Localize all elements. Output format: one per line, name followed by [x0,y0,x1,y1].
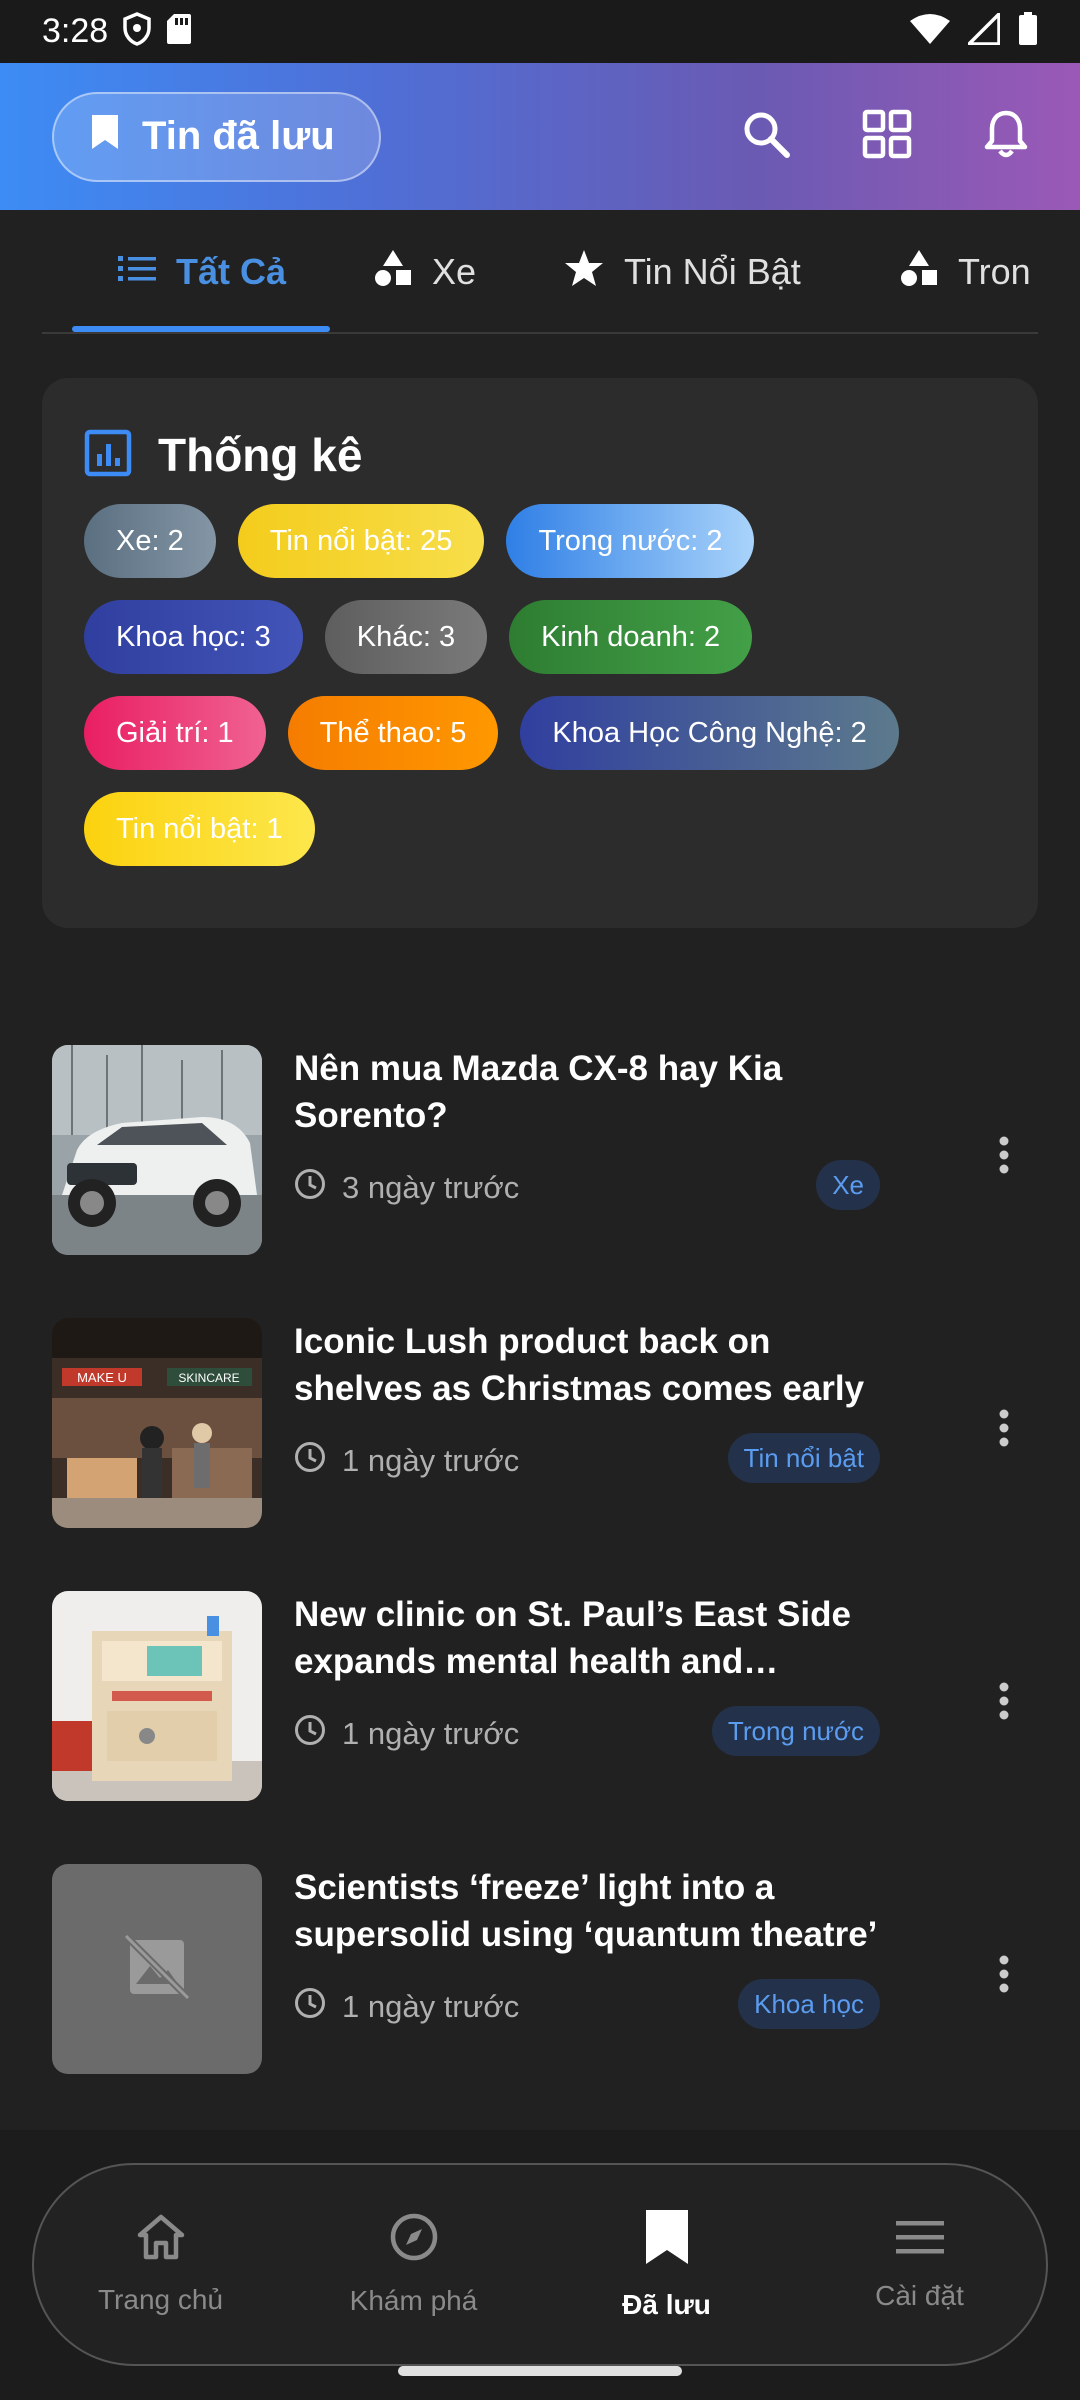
more-options-icon[interactable] [984,1944,1024,2004]
category-badge: Trong nước [711,1706,880,1756]
nav-label: Khám phá [349,2285,478,2316]
nav-label: Trang chủ [97,2284,224,2315]
store-sign: SKINCARE [178,1371,239,1385]
app-bar: Tin đã lưu [0,63,1080,210]
active-tab-indicator [72,326,330,332]
stat-chip: Khác: 3 [324,600,488,674]
compass-icon [389,2212,439,2267]
bottom-nav: Trang chủ Khám phá Đã lưu Cài đặt [32,2163,1048,2366]
news-item[interactable]: MAKE U SKINCARE Iconic Lush product back… [0,1303,1080,1528]
bookmark-icon [90,113,120,161]
news-title: Nên mua Mazda CX-8 hay Kia Sorento? [294,1049,783,1135]
wifi-icon [910,13,950,50]
stat-chip: Thể thao: 5 [287,696,499,770]
tab-label: Tất Cả [176,251,287,292]
broken-image-icon [122,1932,192,2007]
tab-featured[interactable]: Tin Nổi Bật [564,210,801,332]
status-time: 3:28 [42,12,109,50]
shield-icon [122,12,152,51]
stat-chip: Tin nổi bật: 25 [237,504,485,578]
news-thumbnail [52,1045,262,1255]
more-options-icon[interactable] [984,1671,1024,1731]
news-thumbnail [52,1591,262,1801]
stats-card: Thống kê Xe: 2 Tin nổi bật: 25 Trong nướ… [42,378,1038,928]
category-badge: Xe [816,1160,880,1210]
stat-chip: Trong nước: 2 [506,504,755,578]
app-bar-title: Tin đã lưu [142,114,335,158]
star-icon [564,249,604,296]
category-icon [374,249,412,296]
news-title: Iconic Lush product back on shelves as C… [294,1322,865,1408]
news-time: 1 ngày trước [342,1443,520,1478]
news-time: 1 ngày trước [342,1989,520,2024]
clock-icon [294,1987,326,2027]
stat-chip: Xe: 2 [84,504,216,578]
store-sign: MAKE U [77,1370,127,1385]
category-badge: Khoa học [738,1979,880,2029]
category-icon [900,249,938,296]
bookmark-icon [644,2208,690,2271]
search-icon[interactable] [742,110,790,163]
news-item[interactable]: Scientists ‘freeze’ light into a superso… [0,1849,1080,2074]
stats-title: Thống kê [158,429,363,481]
menu-icon [895,2217,945,2262]
nav-label: Đã lưu [622,2289,711,2320]
tab-label: Tron [958,251,1031,292]
stat-chip: Giải trí: 1 [84,696,266,770]
stat-chip: Khoa Học Công Nghệ: 2 [520,696,899,770]
signal-icon [964,9,1001,50]
tab-xe[interactable]: Xe [374,210,477,332]
news-title: New clinic on St. Paul’s East Side expan… [294,1595,851,1681]
nav-item-explore[interactable]: Khám phá [287,2212,540,2317]
list-icon [118,251,156,293]
news-thumbnail-placeholder [52,1864,262,2074]
bell-icon[interactable] [984,109,1028,164]
more-options-icon[interactable] [984,1398,1024,1458]
nav-item-saved[interactable]: Đã lưu [540,2208,793,2321]
sd-card-icon [166,13,192,50]
nav-item-settings[interactable]: Cài đặt [793,2217,1046,2312]
tab-all[interactable]: Tất Cả [118,210,287,332]
home-icon [136,2213,186,2266]
more-options-icon[interactable] [984,1125,1024,1185]
news-item[interactable]: New clinic on St. Paul’s East Side expan… [0,1576,1080,1801]
stat-chip: Tin nổi bật: 1 [84,792,315,866]
tab-domestic[interactable]: Tron [900,210,1031,332]
news-time: 1 ngày trước [342,1716,520,1751]
clock-icon [294,1168,326,1208]
stat-chip: Kinh doanh: 2 [509,600,753,674]
tab-label: Tin Nổi Bật [624,251,801,292]
saved-news-title-button[interactable]: Tin đã lưu [52,91,381,182]
battery-icon [1018,12,1038,51]
news-item[interactable]: Nên mua Mazda CX-8 hay Kia Sorento? 3 ng… [0,1030,1080,1255]
category-badge: Tin nổi bật [727,1433,880,1483]
clock-icon [294,1441,326,1481]
news-title: Scientists ‘freeze’ light into a superso… [294,1868,878,1954]
nav-item-home[interactable]: Trang chủ [34,2213,287,2316]
home-indicator[interactable] [398,2366,682,2376]
nav-label: Cài đặt [875,2280,964,2311]
stats-chart-icon [84,429,132,482]
stat-chip: Khoa học: 3 [84,600,303,674]
grid-view-icon[interactable] [862,109,912,164]
status-bar: 3:28 [0,0,1080,63]
news-thumbnail: MAKE U SKINCARE [52,1318,262,1528]
clock-icon [294,1714,326,1754]
tab-label: Xe [432,251,477,292]
category-tabs: Tất Cả Xe Tin Nổi Bật Tron [42,210,1038,334]
news-time: 3 ngày trước [342,1170,520,1205]
